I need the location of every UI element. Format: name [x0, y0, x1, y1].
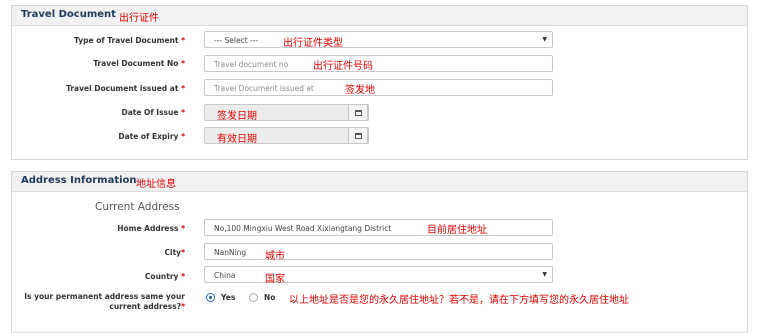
travel-document-issued-at-label: Travel Document issued at *: [66, 84, 185, 93]
permanent-no-label[interactable]: No: [264, 293, 275, 302]
permanent-address-label: Is your permanent address same your curr…: [24, 292, 185, 311]
current-address-heading: Current Address: [95, 201, 180, 213]
permanent-address-note: 以上地址是否是您的永久居住地址？若不是，请在下方填写您的永久居住地址: [289, 295, 629, 306]
address-title-note: 地址信息: [136, 179, 176, 190]
travel-document-type-label: Type of Travel Document *: [74, 36, 185, 45]
city-label: City*: [164, 248, 186, 257]
travel-document-type-select[interactable]: --- Select --- ▼: [204, 31, 553, 48]
date-of-expiry-input[interactable]: 有效日期: [204, 127, 369, 145]
country-note: 国家: [265, 274, 285, 285]
calendar-icon[interactable]: [348, 104, 368, 121]
travel-document-title: Travel Document: [21, 9, 116, 20]
chevron-down-icon: ▼: [542, 271, 547, 278]
travel-document-number-note: 出行证件号码: [313, 61, 373, 72]
travel-document-type-note: 出行证件类型: [283, 38, 343, 49]
country-label: Country *: [144, 272, 185, 281]
date-of-issue-note: 签发日期: [217, 111, 257, 122]
home-address-label: Home Address *: [117, 224, 185, 233]
calendar-icon[interactable]: [348, 127, 368, 144]
country-select[interactable]: China ▼: [204, 266, 553, 283]
date-of-issue-label: Date Of Issue *: [121, 108, 185, 117]
travel-document-title-note: 出行证件: [119, 13, 159, 24]
home-address-input[interactable]: No,100 Mingxiu West Road Xixiangtang Dis…: [204, 219, 553, 236]
permanent-yes-radio[interactable]: [206, 293, 215, 302]
travel-document-type-value: --- Select ---: [214, 36, 259, 45]
travel-document-number-placeholder: Travel document no: [214, 60, 289, 69]
home-address-value: No,100 Mingxiu West Road Xixiangtang Dis…: [214, 224, 392, 233]
date-of-issue-input[interactable]: 签发日期: [204, 104, 369, 122]
home-address-note: 目前居住地址: [427, 225, 487, 236]
travel-document-number-label: Travel Document No *: [93, 59, 185, 68]
chevron-down-icon: ▼: [542, 36, 547, 43]
travel-document-issued-at-note: 签发地: [345, 85, 375, 96]
city-note: 城市: [265, 251, 285, 262]
city-value: NanNing: [214, 248, 247, 257]
permanent-no-radio[interactable]: [249, 293, 258, 302]
date-of-expiry-label: Date of Expiry *: [118, 132, 185, 141]
travel-document-issued-at-placeholder: Travel Document issued at: [214, 84, 314, 93]
address-header: Address Information 地址信息: [12, 172, 747, 192]
travel-document-header: Travel Document 出行证件: [12, 6, 747, 26]
travel-document-issued-at-input[interactable]: Travel Document issued at: [204, 79, 553, 96]
country-value: China: [214, 271, 236, 280]
address-title: Address Information: [21, 175, 137, 186]
date-of-expiry-note: 有效日期: [217, 134, 257, 145]
city-input[interactable]: NanNing: [204, 243, 553, 260]
permanent-yes-label[interactable]: Yes: [221, 293, 235, 302]
travel-document-number-input[interactable]: Travel document no: [204, 55, 553, 72]
